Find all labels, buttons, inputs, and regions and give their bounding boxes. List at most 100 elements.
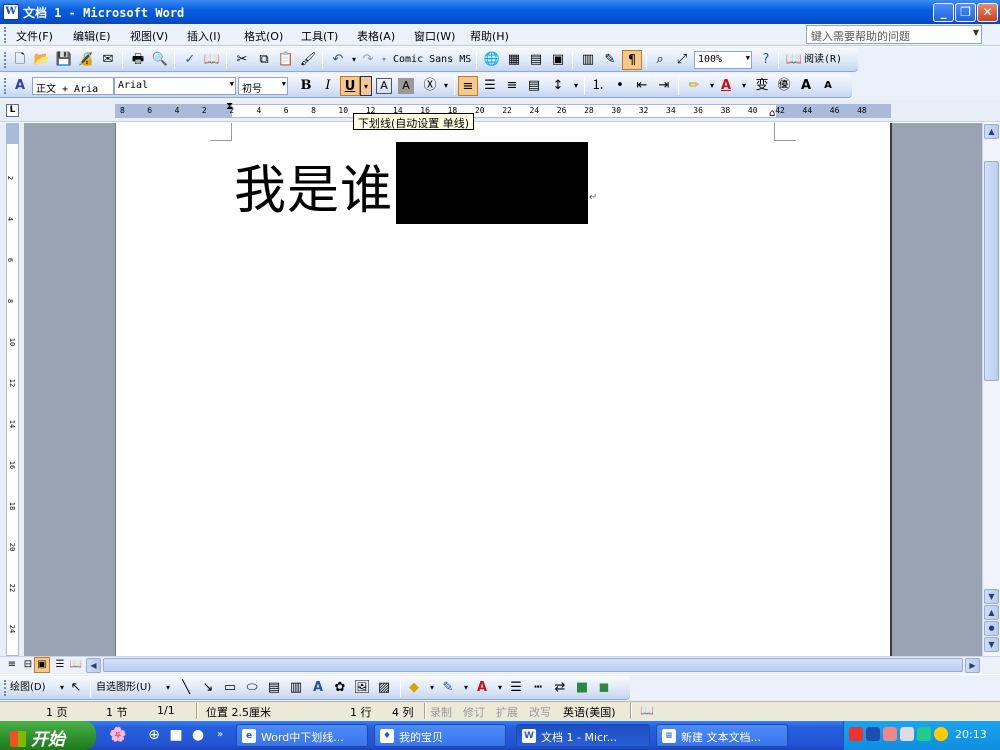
close-button[interactable]: ✕ (977, 3, 998, 22)
arrow-icon[interactable]: ↘ (198, 678, 218, 698)
paste-icon[interactable]: 📋 (276, 50, 296, 70)
menu-file[interactable]: 文件(F) (16, 28, 53, 44)
next-page-icon[interactable]: ▼ (984, 637, 999, 652)
increase-indent-icon[interactable]: ⇥ (654, 76, 674, 96)
browse-object-icon[interactable]: ● (984, 621, 999, 636)
tray-add-icon[interactable] (934, 727, 948, 741)
menu-table[interactable]: 表格(A) (357, 28, 395, 44)
taskbar-button-chat[interactable]: ♦ 我的宝贝 (374, 724, 506, 747)
line-icon[interactable]: ╲ (176, 678, 196, 698)
font-name-display[interactable]: Comic Sans MS (393, 51, 471, 69)
toolbar-grip[interactable] (4, 78, 7, 94)
shadow-style-icon[interactable]: ■ (572, 678, 592, 698)
quicklaunch-more-icon[interactable]: » (210, 725, 230, 745)
menu-window[interactable]: 窗口(W) (414, 28, 455, 44)
taskbar-button-browser[interactable]: e Word中下划线... (236, 724, 368, 747)
scroll-down-icon[interactable]: ▼ (984, 589, 999, 604)
chevron-down-icon[interactable]: ▼ (282, 80, 286, 88)
fill-color-icon[interactable]: ◆ (404, 678, 424, 698)
diagram-icon[interactable]: ✿ (330, 678, 350, 698)
line-style-icon[interactable]: ☰ (506, 678, 526, 698)
save-icon[interactable]: 💾 (54, 50, 74, 70)
oval-icon[interactable]: ⬭ (242, 678, 262, 698)
quicklaunch-app2-icon[interactable]: ■ (166, 725, 186, 745)
email-icon[interactable]: ✉ (98, 50, 118, 70)
cut-icon[interactable]: ✂ (232, 50, 252, 70)
tray-shield-icon[interactable] (917, 727, 931, 741)
chevron-down-icon[interactable]: ▼ (746, 54, 750, 62)
right-indent-marker-icon[interactable]: ⌂ (769, 108, 775, 119)
chevron-down-icon[interactable]: ▼ (973, 28, 979, 37)
tray-security-icon[interactable] (883, 727, 897, 741)
enclose-char-icon[interactable]: ㊝ (774, 76, 794, 96)
status-overtype[interactable]: 改写 (529, 704, 551, 720)
underline-dropdown[interactable]: ▾ (360, 76, 372, 96)
show-paragraph-icon[interactable]: ⌕ (650, 50, 670, 70)
arrow-style-icon[interactable]: ⇄ (550, 678, 570, 698)
drawing-icon[interactable]: ✎ (600, 50, 620, 70)
permission-icon[interactable]: 🔏 (76, 50, 96, 70)
menu-view[interactable]: 视图(V) (130, 28, 168, 44)
zoom-select[interactable]: 100% ▼ (694, 51, 752, 69)
hyperlink-icon[interactable]: 🌐 (482, 50, 502, 70)
picture-icon[interactable]: ▨ (374, 678, 394, 698)
styles-icon[interactable]: A (10, 76, 30, 96)
previous-page-icon[interactable]: ▲ (984, 605, 999, 620)
align-right-icon[interactable]: ≡ (502, 76, 522, 96)
print-icon[interactable]: 🖶 (128, 50, 148, 70)
tray-user-icon[interactable] (866, 727, 880, 741)
textbox-icon[interactable]: ▤ (264, 678, 284, 698)
print-preview-icon[interactable]: 🔍 (150, 50, 170, 70)
horizontal-scroll-thumb[interactable] (103, 658, 963, 672)
align-left-icon[interactable]: ≡ (458, 76, 478, 96)
status-track-changes[interactable]: 修订 (463, 704, 485, 720)
shrink-font-icon[interactable]: A (818, 76, 838, 96)
font-color-icon[interactable]: A (716, 76, 736, 96)
taskbar-button-notepad[interactable]: ≡ 新建 文本文档... (656, 724, 788, 747)
start-button[interactable]: 开始 (0, 721, 96, 750)
menu-help[interactable]: 帮助(H) (470, 28, 509, 44)
3d-style-icon[interactable]: ◼ (594, 678, 614, 698)
format-painter-icon[interactable]: 🖌 (298, 50, 318, 70)
chevron-down-icon[interactable]: ▾ (436, 76, 456, 96)
read-mode-icon[interactable]: 📖 (784, 50, 804, 70)
toolbar-grip[interactable] (4, 680, 7, 696)
tray-network-icon[interactable] (849, 727, 863, 741)
menu-grip[interactable] (4, 27, 7, 43)
rectangle-icon[interactable]: ▭ (220, 678, 240, 698)
minimize-button[interactable]: _ (933, 3, 954, 22)
read-mode-button[interactable]: 阅读(R) (804, 51, 842, 69)
decrease-indent-icon[interactable]: ⇤ (632, 76, 652, 96)
restore-button[interactable]: ❐ (955, 3, 976, 22)
chevron-down-icon[interactable]: ▾ (158, 678, 178, 698)
toolbar-grip[interactable] (4, 52, 7, 68)
grow-font-icon[interactable]: A (796, 76, 816, 96)
help-search-input[interactable]: 键入需要帮助的问题 ▼ (806, 25, 982, 44)
quicklaunch-app-icon[interactable]: 🌸 (108, 725, 128, 745)
wordart-icon[interactable]: A (308, 678, 328, 698)
open-folder-icon[interactable]: 📂 (32, 50, 52, 70)
spelling-icon[interactable]: ✓ (180, 50, 200, 70)
help-icon[interactable]: ? (756, 50, 776, 70)
insert-excel-icon[interactable]: ▣ (548, 50, 568, 70)
numbering-icon[interactable]: ⒈ (588, 76, 608, 96)
align-center-icon[interactable]: ☰ (480, 76, 500, 96)
chevron-down-icon[interactable]: ▾ (566, 76, 586, 96)
draw-menu-button[interactable]: 绘图(D) (10, 679, 46, 697)
quicklaunch-browser-icon[interactable]: ● (188, 725, 208, 745)
highlight-icon[interactable]: ✏ (684, 76, 704, 96)
document-map-icon[interactable]: ¶ (622, 50, 642, 70)
select-objects-icon[interactable]: ↖ (66, 678, 86, 698)
phonetic-guide-icon[interactable]: 变 (752, 76, 772, 96)
status-language[interactable]: 英语(美国) (563, 704, 616, 720)
clipart-icon[interactable]: 🖼 (352, 678, 372, 698)
insert-table-icon[interactable]: ▤ (526, 50, 546, 70)
vertical-ruler[interactable]: 2 4 6 8 10 12 14 16 18 20 22 24 (6, 123, 19, 656)
columns-icon[interactable]: ▥ (578, 50, 598, 70)
zoom-icon[interactable]: ⤢ (672, 50, 692, 70)
document-text[interactable]: 我是谁 (234, 148, 393, 223)
chevron-down-icon[interactable]: ▾ (374, 50, 394, 70)
scroll-left-icon[interactable]: ◀ (86, 658, 101, 673)
scroll-right-icon[interactable]: ▶ (965, 658, 980, 673)
vertical-scrollbar[interactable]: ▲ ▼ ▲ ● ▼ (982, 123, 1000, 656)
